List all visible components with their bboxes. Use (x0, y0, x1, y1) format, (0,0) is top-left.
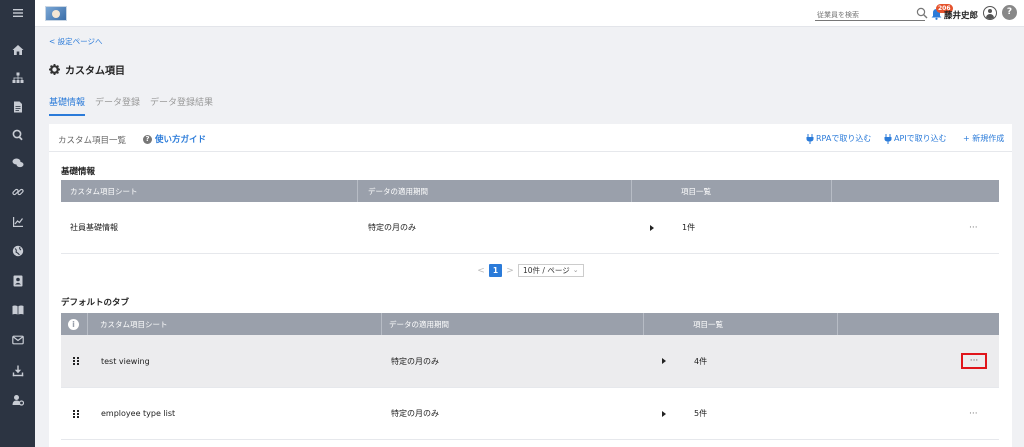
column-header-items: 項目一覧 (693, 319, 723, 329)
period-value: 特定の月のみ (368, 223, 416, 232)
column-header-sheet: カスタム項目シート (70, 186, 138, 196)
search-icon[interactable] (0, 124, 35, 146)
card-header: カスタム項目一覧 ? 使い方ガイド RPAで取り込む APIで取り込む + 新規… (49, 124, 1012, 152)
default-table-header: i カスタム項目シート データの適用期間 項目一覧 (61, 313, 999, 335)
import-api-label: APIで取り込む (894, 134, 947, 143)
new-item-button[interactable]: + 新規作成 (963, 133, 1004, 144)
sheet-name: test viewing (101, 356, 150, 366)
expand-arrow-icon[interactable] (662, 388, 666, 439)
download-icon[interactable] (0, 360, 35, 382)
tab-basic-info[interactable]: 基礎情報 (49, 95, 86, 116)
page-title: カスタム項目 (65, 66, 125, 77)
document-icon[interactable] (0, 96, 35, 118)
search-icon[interactable] (916, 7, 928, 19)
avatar[interactable] (983, 6, 997, 20)
user-settings-icon[interactable] (0, 389, 35, 411)
table-row[interactable]: employee type list 特定の月のみ 5件 ··· (61, 388, 999, 440)
page-size-value: 10件 / ページ (523, 266, 570, 275)
user-name[interactable]: 藤井史郎 (944, 9, 978, 21)
pagination: < 1 > 10件 / ページ ⌄ (477, 264, 584, 277)
link-icon[interactable] (0, 181, 35, 203)
tab-bar: 基礎情報 データ登録 データ登録結果 (49, 95, 213, 116)
page-header: カスタム項目 (49, 62, 125, 77)
page-size-select[interactable]: 10件 / ページ ⌄ (518, 264, 584, 277)
sheet-name: employee type list (101, 409, 176, 418)
expand-arrow-icon[interactable] (662, 335, 666, 387)
import-rpa-button[interactable]: RPAで取り込む (806, 133, 871, 144)
next-page-button[interactable]: > (506, 266, 514, 276)
item-count: 1件 (682, 223, 696, 232)
basic-section-title: 基礎情報 (61, 167, 96, 177)
item-count: 5件 (694, 409, 708, 418)
card-title: カスタム項目一覧 (58, 136, 127, 146)
more-options-button[interactable]: ··· (961, 335, 987, 387)
prev-page-button[interactable]: < (477, 266, 485, 276)
column-header-items: 項目一覧 (681, 186, 711, 196)
contact-card-icon[interactable] (0, 270, 35, 292)
expand-arrow-icon[interactable] (650, 202, 654, 253)
column-divider (381, 313, 382, 335)
sheet-name: 社員基礎情報 (70, 223, 118, 232)
mail-icon[interactable] (0, 329, 35, 351)
chart-icon[interactable] (0, 211, 35, 233)
table-row[interactable]: test viewing 特定の月のみ 4件 ··· (61, 335, 999, 388)
tab-registration-results[interactable]: データ登録結果 (150, 95, 213, 116)
new-item-label: + 新規作成 (963, 134, 1005, 143)
company-logo[interactable] (45, 6, 67, 21)
column-header-period: データの適用期間 (389, 319, 449, 329)
home-icon[interactable] (0, 39, 35, 61)
custom-items-card: カスタム項目一覧 ? 使い方ガイド RPAで取り込む APIで取り込む + 新規… (49, 124, 1012, 447)
drag-handle-icon[interactable] (73, 335, 79, 387)
table-row[interactable]: 社員基礎情報 特定の月のみ 1件 ··· (61, 202, 999, 254)
tab-data-registration[interactable]: データ登録 (95, 95, 140, 116)
help-circle-icon: ? (143, 134, 152, 144)
column-divider (837, 313, 838, 335)
more-options-button[interactable]: ··· (969, 202, 978, 253)
column-divider (643, 313, 644, 335)
back-to-settings-link[interactable]: < 設定ページへ (49, 36, 103, 47)
column-header-sheet: カスタム項目シート (100, 319, 168, 329)
page-number-1[interactable]: 1 (489, 264, 502, 277)
column-header-period: データの適用期間 (368, 186, 428, 196)
import-api-button[interactable]: APIで取り込む (884, 133, 947, 144)
usage-guide-link[interactable]: ? 使い方ガイド (143, 133, 206, 145)
sidebar (0, 0, 35, 447)
book-icon[interactable] (0, 299, 35, 321)
period-value: 特定の月のみ (391, 409, 439, 418)
chat-icon[interactable] (0, 152, 35, 174)
column-divider (631, 180, 632, 202)
drag-handle-icon[interactable] (73, 388, 79, 439)
chevron-down-icon: ⌄ (572, 266, 579, 274)
plug-icon (884, 133, 892, 144)
gear-icon (49, 64, 60, 75)
import-rpa-label: RPAで取り込む (816, 134, 872, 143)
column-divider (357, 180, 358, 202)
plug-icon (806, 133, 814, 144)
employee-search-input[interactable] (815, 9, 925, 21)
usage-guide-label: 使い方ガイド (155, 135, 207, 145)
top-bar: 206 藤井史郎 ? (35, 0, 1024, 27)
default-section-title: デフォルトのタブ (61, 298, 130, 308)
column-divider (831, 180, 832, 202)
column-divider (87, 313, 88, 335)
globe-icon[interactable] (0, 240, 35, 262)
menu-icon[interactable] (0, 2, 35, 24)
period-value: 特定の月のみ (391, 356, 439, 366)
more-options-button[interactable]: ··· (969, 388, 978, 439)
basic-table-header: カスタム項目シート データの適用期間 項目一覧 (61, 180, 999, 202)
org-chart-icon[interactable] (0, 67, 35, 89)
help-icon[interactable]: ? (1002, 5, 1017, 20)
info-icon[interactable]: i (68, 313, 79, 335)
item-count: 4件 (694, 356, 708, 366)
